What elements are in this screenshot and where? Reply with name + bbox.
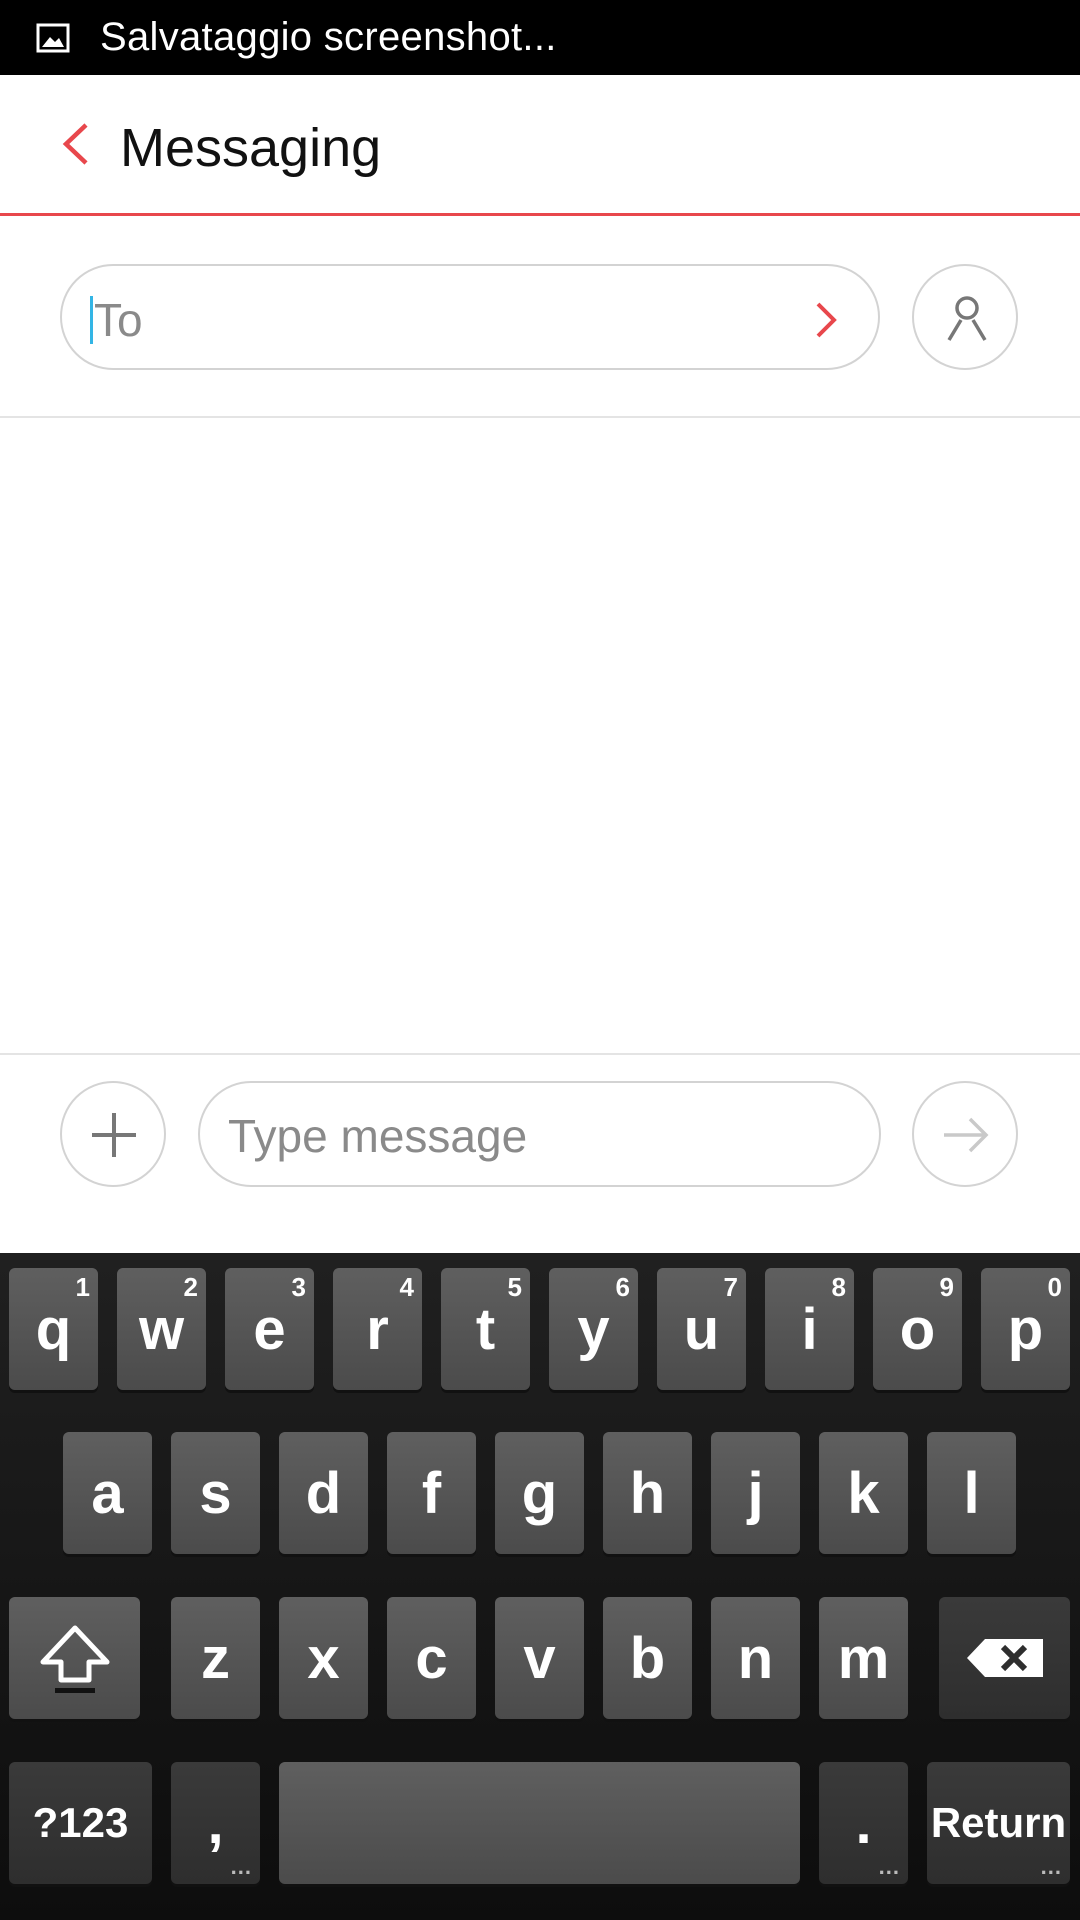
key-d[interactable]: d [279, 1432, 368, 1554]
shift-key[interactable] [9, 1597, 140, 1719]
chevron-left-icon[interactable] [56, 119, 96, 169]
key-m[interactable]: m [819, 1597, 908, 1719]
key-b[interactable]: b [603, 1597, 692, 1719]
backspace-icon [966, 1639, 1043, 1677]
key-o[interactable]: o9 [873, 1268, 962, 1390]
key-c[interactable]: c [387, 1597, 476, 1719]
key-p[interactable]: p0 [981, 1268, 1070, 1390]
message-placeholder: Type message [228, 1110, 528, 1162]
status-notification-text: Salvataggio screenshot... [100, 15, 557, 59]
message-input[interactable]: Type message [198, 1081, 881, 1187]
to-placeholder: To [94, 294, 143, 346]
to-input[interactable]: To [60, 264, 880, 370]
key-y[interactable]: y6 [549, 1268, 638, 1390]
key-q[interactable]: q1 [9, 1268, 98, 1390]
key-h[interactable]: h [603, 1432, 692, 1554]
arrow-right-icon [944, 1117, 989, 1153]
text-cursor [90, 296, 93, 344]
page-title: Messaging [120, 118, 382, 178]
symbols-key[interactable]: ?123 [9, 1762, 152, 1884]
key-s[interactable]: s [171, 1432, 260, 1554]
backspace-key[interactable] [939, 1597, 1070, 1719]
chevron-right-icon[interactable] [814, 300, 838, 340]
key-f[interactable]: f [387, 1432, 476, 1554]
key-z[interactable]: z [171, 1597, 260, 1719]
key-t[interactable]: t5 [441, 1268, 530, 1390]
compose-bar: Type message [0, 1053, 1080, 1253]
shift-arrow-icon [40, 1625, 109, 1693]
key-g[interactable]: g [495, 1432, 584, 1554]
recipient-row: To [0, 216, 1080, 418]
return-key[interactable]: Return... [927, 1762, 1070, 1884]
key-x[interactable]: x [279, 1597, 368, 1719]
key-u[interactable]: u7 [657, 1268, 746, 1390]
key-w[interactable]: w2 [117, 1268, 206, 1390]
key-i[interactable]: i8 [765, 1268, 854, 1390]
app-header: Messaging [0, 75, 1080, 216]
person-icon [947, 296, 987, 341]
key-r[interactable]: r4 [333, 1268, 422, 1390]
image-icon [36, 23, 70, 52]
key-k[interactable]: k [819, 1432, 908, 1554]
key-l[interactable]: l [927, 1432, 1016, 1554]
key-v[interactable]: v [495, 1597, 584, 1719]
attach-button[interactable] [60, 1081, 166, 1187]
key-a[interactable]: a [63, 1432, 152, 1554]
plus-icon [92, 1113, 136, 1157]
period-key[interactable]: .... [819, 1762, 908, 1884]
space-key[interactable] [279, 1762, 800, 1884]
contacts-button[interactable] [912, 264, 1018, 370]
comma-key[interactable]: ,... [171, 1762, 260, 1884]
key-n[interactable]: n [711, 1597, 800, 1719]
key-j[interactable]: j [711, 1432, 800, 1554]
key-e[interactable]: e3 [225, 1268, 314, 1390]
send-button[interactable] [912, 1081, 1018, 1187]
status-bar: Salvataggio screenshot... [0, 0, 1080, 75]
soft-keyboard: q1 w2 e3 r4 t5 y6 u7 i8 o9 p0 a s d f g … [0, 1253, 1080, 1920]
